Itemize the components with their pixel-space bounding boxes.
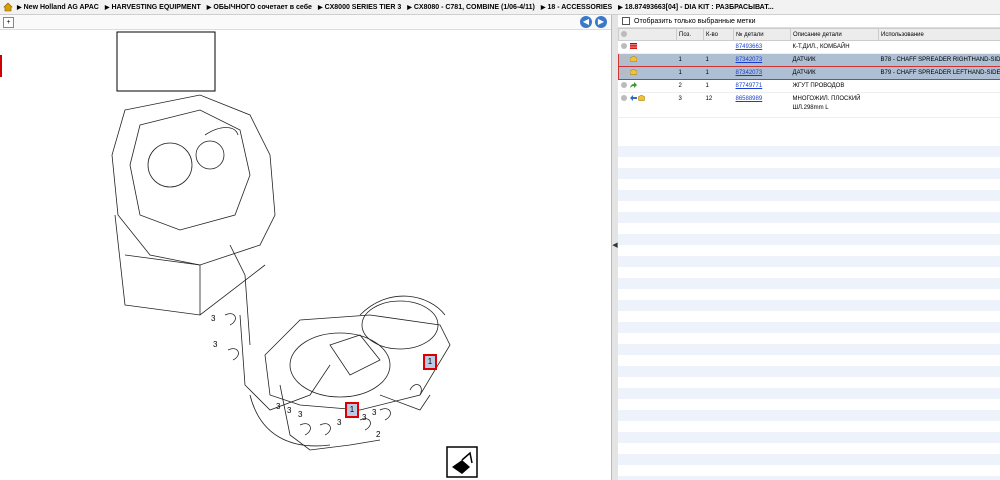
diagram-nav-icon [446,446,478,478]
cell-usage: B78 - CHAFF SPREADER RIGHTHAND-SIDE [878,53,1000,67]
breadcrumb-item[interactable]: ▶ 18 - ACCESSORIES [541,4,612,11]
filter-bar: Отобразить только выбранные метки [618,15,1000,28]
diagram-pane: + ◀ ▶ 3 3 3 3 3 3 3 3 2 1 1 [0,15,611,480]
callout-label: 3 [287,406,292,415]
breadcrumb-item[interactable]: ▶ ОБЫЧНОГО сочетает в себе [207,4,312,11]
table-row[interactable]: 87493663 К-Т.ДИЛ., КОМБАЙН [618,40,1000,54]
cell-usage: B79 - CHAFF SPREADER LEFTHAND-SIDE [878,66,1000,80]
cell-pos: 2 [676,79,704,93]
expand-icon[interactable] [620,95,627,102]
callout-label: 3 [337,418,342,427]
cell-qty: 1 [703,79,734,93]
breadcrumb-item[interactable]: ▶ 18.87493663[04] - DIA KIT : РАЗБРАСЫВАТ… [618,4,774,11]
callout-label: 3 [298,410,303,419]
cell-qty: 1 [703,53,734,67]
cell-usage [878,40,1000,54]
cell-pos [676,40,704,54]
cell-pos: 3 [676,92,704,118]
cell-qty: 12 [703,92,734,118]
header-icons [618,28,677,41]
expand-all-icon[interactable] [621,31,627,38]
cell-desc: МНОГОЖИЛ. ПЛОСКИЙ ШЛ.298mm L [790,92,879,118]
hotspot-1-right[interactable]: 1 [423,354,437,370]
blue-arrow-icon [629,95,637,102]
table-row[interactable]: 1 1 87342073 ДАТЧИК B78 - CHAFF SPREADER… [618,53,1000,67]
exploded-diagram: 3 3 3 3 3 3 3 3 2 [111,31,478,478]
part-number-link[interactable]: 87342073 [736,57,763,63]
cell-pos: 1 [676,66,704,80]
cell-pos: 1 [676,53,704,67]
table-row[interactable]: 1 1 87342073 ДАТЧИК B79 - CHAFF SPREADER… [618,66,1000,80]
callout-label: 3 [362,413,367,422]
callout-label: 3 [372,408,377,417]
expand-icon[interactable] [621,69,627,76]
cell-desc: ДАТЧИК [790,53,879,67]
header-qty[interactable]: К-во [703,28,734,41]
expand-icon[interactable] [620,43,627,50]
header-usage[interactable]: Использование [878,28,1000,41]
red-stack-icon [629,43,637,50]
part-number-link[interactable]: 87493663 [736,44,763,50]
empty-rows [618,135,1000,480]
parts-table: Поз. К-во № детали Описание детали Испол… [618,28,1000,118]
parts-list-pane: Отобразить только выбранные метки Поз. К… [618,15,1000,480]
table-row[interactable]: 2 1 87749771 ЖГУТ ПРОВОДОВ [618,79,1000,93]
hotspot-1-left[interactable]: 1 [345,402,359,418]
yellow-box-icon [630,69,637,76]
breadcrumb-item[interactable]: ▶ New Holland AG APAC [17,4,99,11]
header-desc[interactable]: Описание детали [790,28,879,41]
machine-drawing [111,94,451,451]
expand-icon[interactable] [621,56,627,63]
part-number-link[interactable]: 87749771 [736,83,763,89]
expand-icon[interactable] [620,82,627,89]
cell-desc: ЖГУТ ПРОВОДОВ [790,79,879,93]
table-row[interactable]: 3 12 86588989 МНОГОЖИЛ. ПЛОСКИЙ ШЛ.298mm… [618,92,1000,118]
breadcrumb-bar: ▶ New Holland AG APAC ▶ HARVESTING EQUIPME… [0,0,1000,15]
show-selected-checkbox[interactable] [622,17,630,25]
cell-desc: ДАТЧИК [790,66,879,80]
cell-qty [703,40,734,54]
filter-label: Отобразить только выбранные метки [634,17,756,25]
callout-label: 3 [213,340,218,349]
header-pos[interactable]: Поз. [676,28,704,41]
home-icon[interactable] [3,2,13,12]
part-number-link[interactable]: 86588989 [736,96,763,102]
callout-label: 3 [211,314,216,323]
breadcrumb-item[interactable]: ▶ CX8000 SERIES TIER 3 [318,4,401,11]
breadcrumb-item[interactable]: ▶ CX8080 - C781, COMBINE (1/06-4/11) [407,4,535,11]
yellow-box-icon [638,95,646,102]
yellow-box-icon [630,56,637,63]
callout-label: 2 [376,430,381,439]
breadcrumb-item[interactable]: ▶ HARVESTING EQUIPMENT [105,4,201,11]
part-number-link[interactable]: 87342073 [736,70,763,76]
cell-usage [878,92,1000,118]
cell-desc: К-Т.ДИЛ., КОМБАЙН [790,40,879,54]
cell-usage [878,79,1000,93]
diagram-inset-box [116,31,216,92]
green-arrow-icon [629,82,637,89]
table-header: Поз. К-во № детали Описание детали Испол… [618,28,1000,41]
callout-label: 3 [276,402,281,411]
cell-qty: 1 [703,66,734,80]
callout-numbers: 3 3 3 3 3 3 3 3 2 [211,314,381,439]
header-part[interactable]: № детали [733,28,791,41]
